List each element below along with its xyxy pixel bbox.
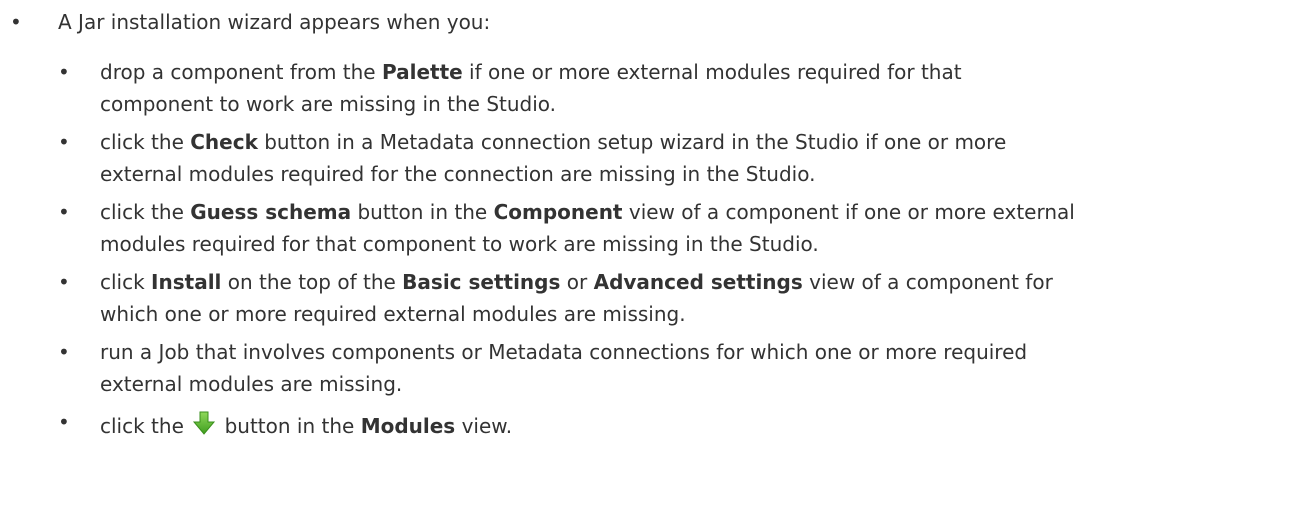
document: • A Jar installation wizard appears when… xyxy=(0,0,1298,505)
item-text: button in the xyxy=(218,414,361,438)
item-text: view. xyxy=(455,414,513,438)
green-down-arrow-icon xyxy=(192,410,216,436)
item-text: run a Job that involves components or Me… xyxy=(100,340,1028,364)
bullet: • xyxy=(58,340,70,364)
item-text: modules required for that component to w… xyxy=(100,232,819,256)
bullet: • xyxy=(58,200,70,224)
item-text: on the top of the xyxy=(221,270,403,294)
ui-term-palette: Palette xyxy=(381,60,463,84)
list-item: • drop a component from the Palette if o… xyxy=(58,56,1298,120)
bullet: • xyxy=(58,410,70,434)
item-text: if one or more external modules required… xyxy=(462,60,962,84)
bullet: • xyxy=(58,270,70,294)
item-text: button in a Metadata connection setup wi… xyxy=(257,130,1007,154)
item-text: external modules required for the connec… xyxy=(100,162,816,186)
item-text: drop a component from the xyxy=(100,60,382,84)
bullet: • xyxy=(58,60,70,84)
intro-text: A Jar installation wizard appears when y… xyxy=(58,10,491,34)
outer-list: • A Jar installation wizard appears when… xyxy=(0,0,1298,442)
item-text: click xyxy=(100,270,152,294)
item-text: view of a component for xyxy=(802,270,1053,294)
list-item: • run a Job that involves components or … xyxy=(58,336,1298,400)
item-text: view of a component if one or more exter… xyxy=(622,200,1075,224)
item-text: click the xyxy=(100,414,191,438)
item-text: click the xyxy=(100,130,191,154)
ui-term-modules: Modules xyxy=(360,414,456,438)
item-text: external modules are missing. xyxy=(100,372,403,396)
ui-term-component: Component xyxy=(493,200,623,224)
ui-term-advanced-settings: Advanced settings xyxy=(593,270,803,294)
item-text: or xyxy=(560,270,594,294)
list-item: • click Install on the top of the Basic … xyxy=(58,266,1298,330)
ui-term-basic-settings: Basic settings xyxy=(402,270,561,294)
item-text: which one or more required external modu… xyxy=(100,302,686,326)
ui-term-check: Check xyxy=(190,130,258,154)
list-item: • click the button in the Modules view. xyxy=(58,410,1298,442)
intro-list-item: • A Jar installation wizard appears when… xyxy=(0,0,1298,442)
item-text: click the xyxy=(100,200,191,224)
item-text: button in the xyxy=(351,200,494,224)
inner-list: • drop a component from the Palette if o… xyxy=(58,56,1298,442)
list-item: • click the Check button in a Metadata c… xyxy=(58,126,1298,190)
list-item: • click the Guess schema button in the C… xyxy=(58,196,1298,260)
bullet: • xyxy=(58,130,70,154)
item-text: component to work are missing in the Stu… xyxy=(100,92,557,116)
ui-term-guess-schema: Guess schema xyxy=(190,200,352,224)
bullet: • xyxy=(10,10,22,34)
ui-term-install: Install xyxy=(151,270,222,294)
